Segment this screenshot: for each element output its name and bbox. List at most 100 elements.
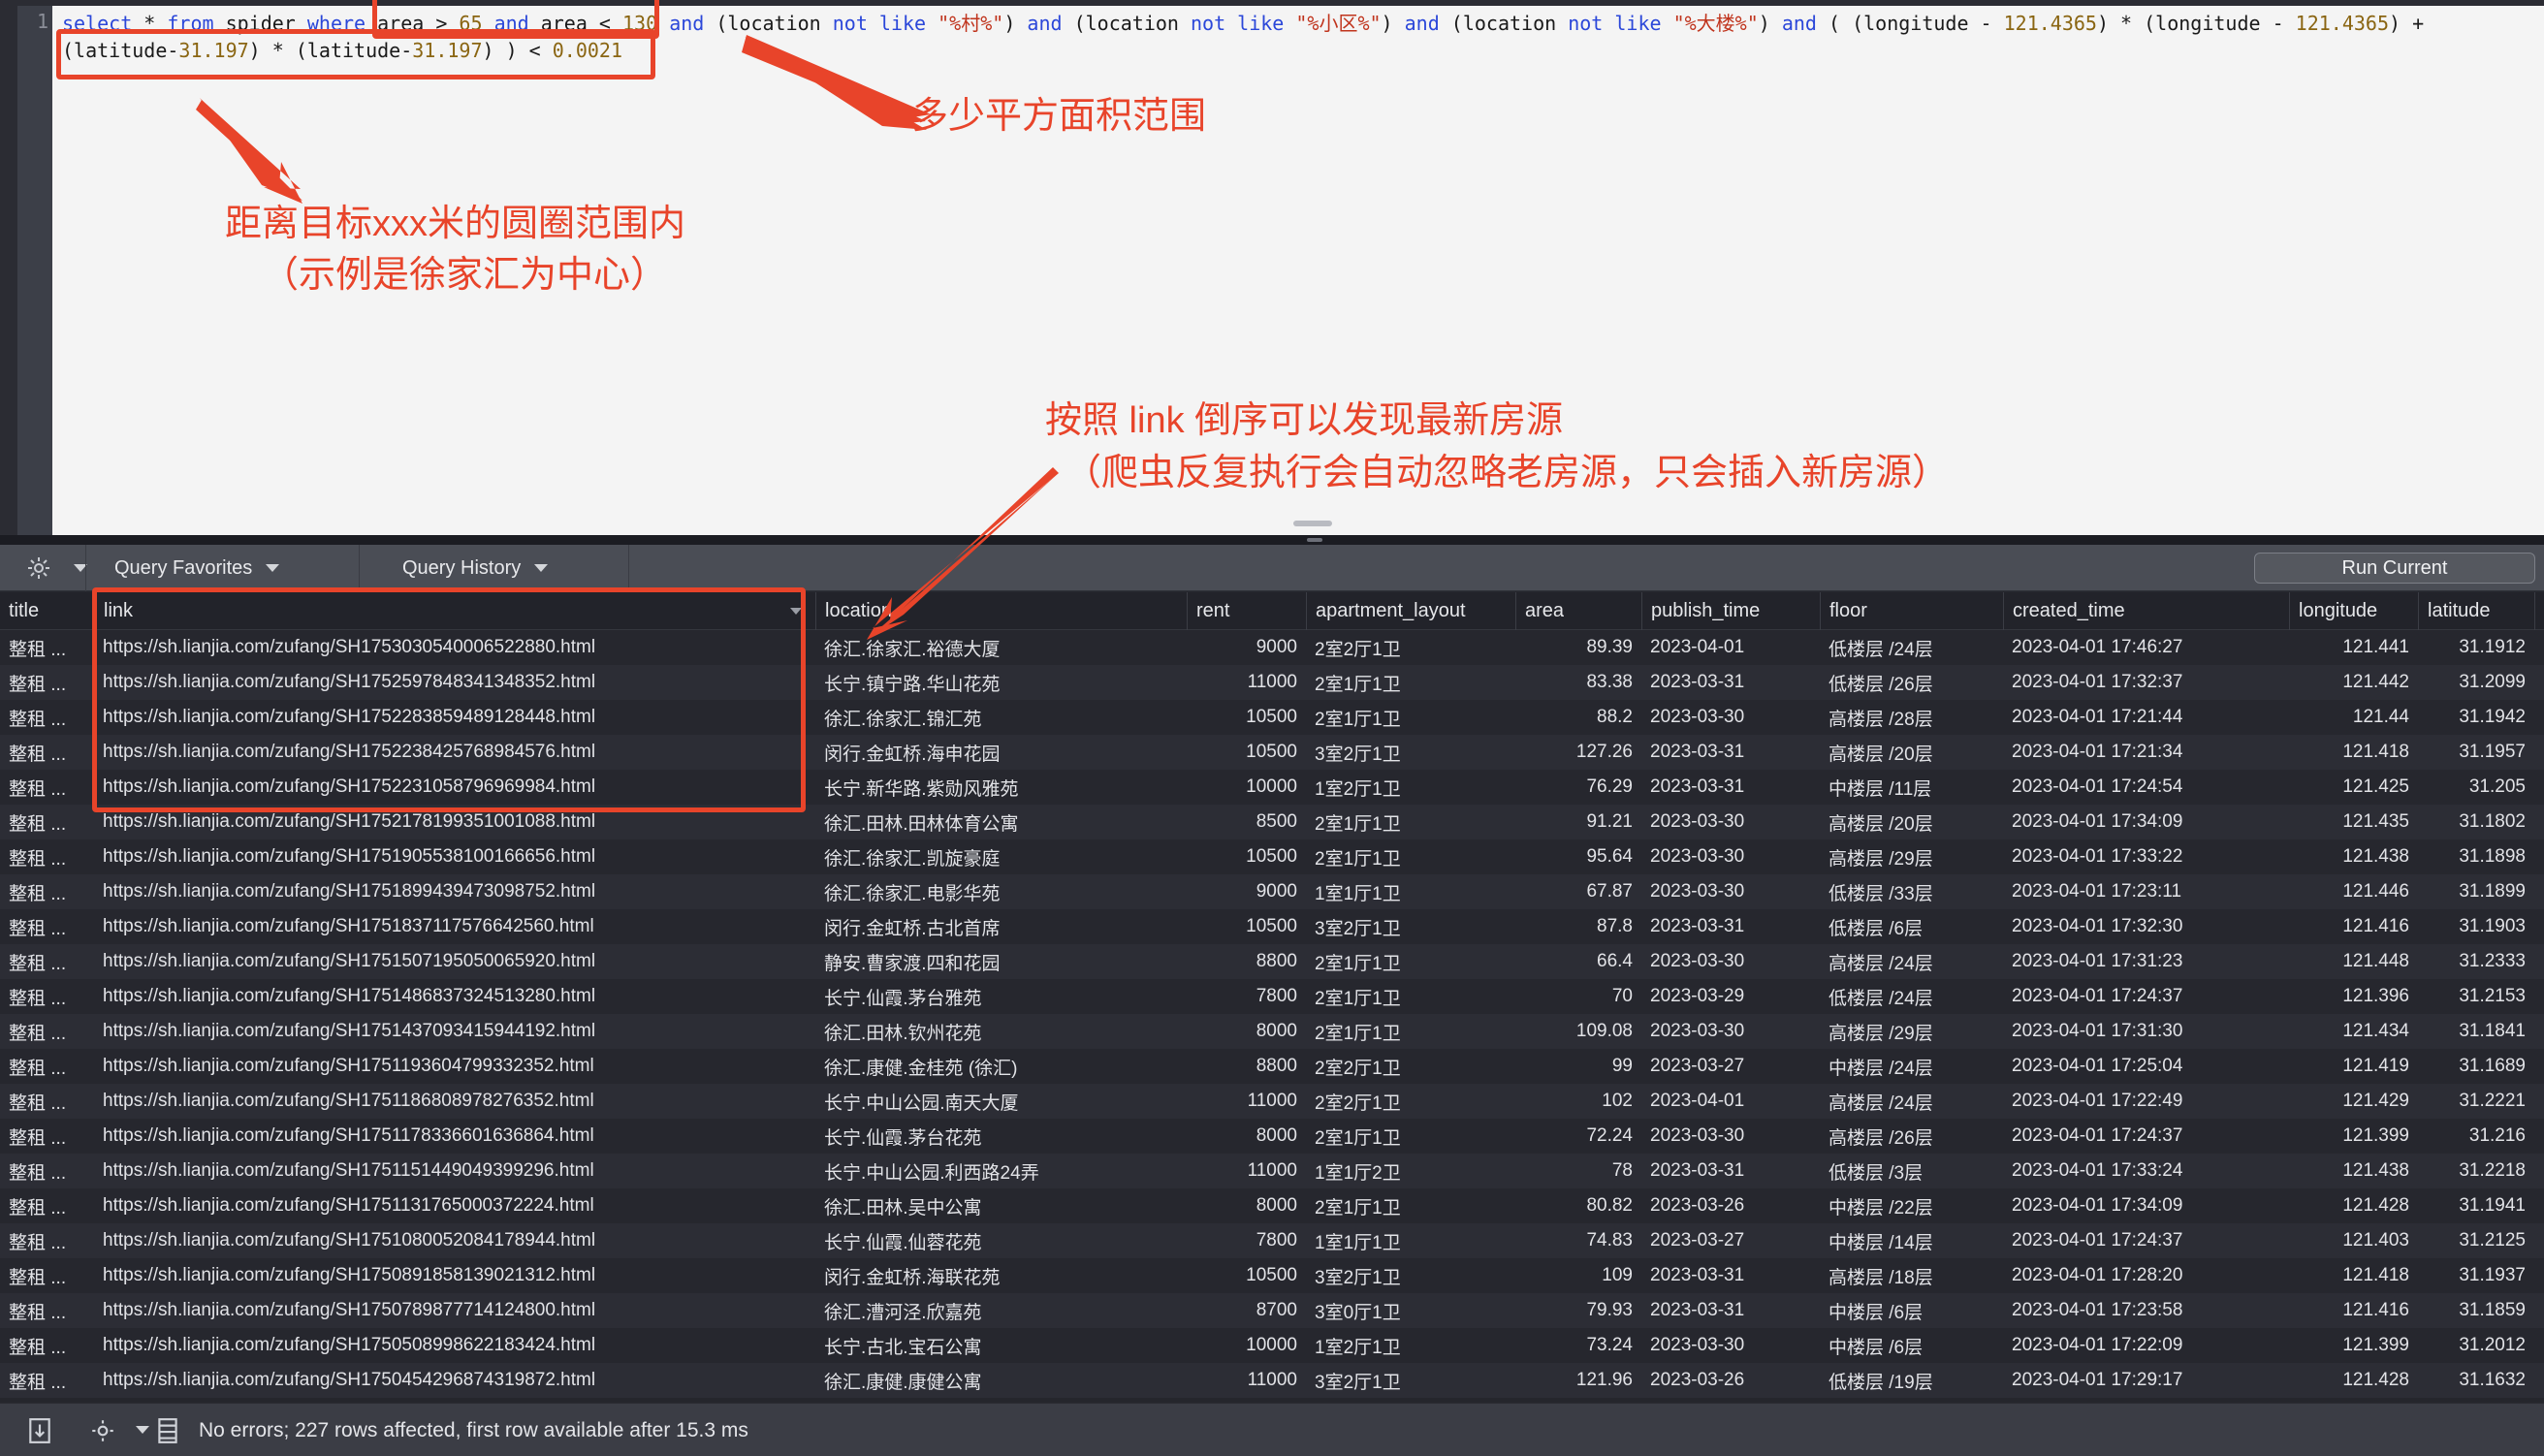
cell-area[interactable]: 67.87 [1515,874,1641,909]
column-header-latitude[interactable]: latitude [2418,592,2534,630]
gear-icon[interactable] [27,556,50,580]
table-row[interactable]: 整租 ...https://sh.lianjia.com/zufang/SH17… [0,665,2544,700]
cell-area[interactable]: 72.24 [1515,1119,1641,1154]
table-row[interactable]: 整租 ...https://sh.lianjia.com/zufang/SH17… [0,979,2544,1014]
cell-link[interactable]: https://sh.lianjia.com/zufang/SH17522310… [94,770,815,805]
cell-apartment_layout[interactable]: 1室2厅1卫 [1306,770,1515,805]
cell-latitude[interactable]: 31.1957 [2418,735,2534,770]
cell-apartment_layout[interactable]: 3室2厅1卫 [1306,909,1515,944]
cell-longitude[interactable]: 121.419 [2289,1049,2418,1084]
cell-area[interactable]: 127.26 [1515,735,1641,770]
cell-floor[interactable]: 高楼层 /20层 [1820,805,2003,839]
cell-floor[interactable]: 低楼层 /3层 [1820,1154,2003,1188]
cell-created_time[interactable]: 2023-04-01 17:32:37 [2003,665,2289,700]
cell-location[interactable]: 徐汇.徐家汇.凯旋豪庭 [815,839,1187,874]
cell-link[interactable]: https://sh.lianjia.com/zufang/SH17511936… [94,1049,815,1084]
cell-location[interactable]: 静安.曹家渡.四和花园 [815,944,1187,979]
table-row[interactable]: 整租 ...https://sh.lianjia.com/zufang/SH17… [0,909,2544,944]
cell-publish_time[interactable]: 2023-03-27 [1641,1049,1820,1084]
cell-longitude[interactable]: 121.416 [2289,1293,2418,1328]
cell-publish_time[interactable]: 2023-04-01 [1641,630,1820,665]
cell-rent[interactable]: 8800 [1187,944,1306,979]
column-header-publish_time[interactable]: publish_time [1641,592,1820,630]
cell-longitude[interactable]: 121.448 [2289,944,2418,979]
cell-rent[interactable]: 10000 [1187,1328,1306,1363]
cell-title[interactable]: 整租 ... [0,1084,94,1119]
cell-longitude[interactable]: 121.416 [2289,909,2418,944]
cell-rent[interactable]: 9000 [1187,630,1306,665]
cell-latitude[interactable]: 31.1898 [2418,839,2534,874]
cell-link[interactable]: https://sh.lianjia.com/zufang/SH17522384… [94,735,815,770]
table-row[interactable]: 整租 ...https://sh.lianjia.com/zufang/SH17… [0,839,2544,874]
cell-area[interactable]: 95.64 [1515,839,1641,874]
cell-area[interactable]: 91.21 [1515,805,1641,839]
cell-latitude[interactable]: 31.1859 [2418,1293,2534,1328]
cell-latitude[interactable]: 31.1937 [2418,1258,2534,1293]
grid-body[interactable]: 整租 ...https://sh.lianjia.com/zufang/SH17… [0,630,2544,1403]
cell-floor[interactable]: 中楼层 /11层 [1820,770,2003,805]
cell-apartment_layout[interactable]: 1室1厅1卫 [1306,874,1515,909]
cell-apartment_layout[interactable]: 1室1厅2卫 [1306,1154,1515,1188]
cell-apartment_layout[interactable]: 2室1厅1卫 [1306,839,1515,874]
cell-area[interactable]: 109 [1515,1258,1641,1293]
cell-publish_time[interactable]: 2023-03-30 [1641,700,1820,735]
sql-code-area[interactable]: select * from spider where area > 65 and… [52,6,2544,535]
cell-area[interactable]: 88.2 [1515,700,1641,735]
cell-longitude[interactable]: 121.418 [2289,735,2418,770]
cell-area[interactable]: 109.08 [1515,1014,1641,1049]
cell-created_time[interactable]: 2023-04-01 17:22:49 [2003,1084,2289,1119]
cell-rent[interactable]: 11000 [1187,1363,1306,1398]
cell-publish_time[interactable]: 2023-03-30 [1641,1328,1820,1363]
cell-location[interactable]: 徐汇.康健.康健公寓 [815,1363,1187,1398]
cell-latitude[interactable]: 31.2125 [2418,1223,2534,1258]
cell-apartment_layout[interactable]: 1室1厅1卫 [1306,1223,1515,1258]
cell-latitude[interactable]: 31.2012 [2418,1328,2534,1363]
cell-created_time[interactable]: 2023-04-01 17:29:17 [2003,1363,2289,1398]
cell-link[interactable]: https://sh.lianjia.com/zufang/SH17511783… [94,1119,815,1154]
cell-title[interactable]: 整租 ... [0,1188,94,1223]
cell-publish_time[interactable]: 2023-03-26 [1641,1188,1820,1223]
cell-title[interactable]: 整租 ... [0,1049,94,1084]
cell-floor[interactable]: 高楼层 /26层 [1820,1119,2003,1154]
cell-area[interactable]: 80.82 [1515,1188,1641,1223]
cell-created_time[interactable]: 2023-04-01 17:21:44 [2003,700,2289,735]
cell-floor[interactable]: 低楼层 /24层 [1820,630,2003,665]
cell-apartment_layout[interactable]: 2室1厅1卫 [1306,944,1515,979]
cell-location[interactable]: 长宁.仙霞.茅台雅苑 [815,979,1187,1014]
cell-area[interactable]: 83.38 [1515,665,1641,700]
cell-longitude[interactable]: 121.425 [2289,770,2418,805]
cell-apartment_layout[interactable]: 2室1厅1卫 [1306,805,1515,839]
table-row[interactable]: 整租 ...https://sh.lianjia.com/zufang/SH17… [0,1014,2544,1049]
cell-created_time[interactable]: 2023-04-01 17:34:09 [2003,1188,2289,1223]
cell-longitude[interactable]: 121.418 [2289,1258,2418,1293]
column-header-title[interactable]: title [0,592,94,630]
cell-apartment_layout[interactable]: 2室2厅1卫 [1306,1084,1515,1119]
cell-created_time[interactable]: 2023-04-01 17:24:37 [2003,1223,2289,1258]
cell-created_time[interactable]: 2023-04-01 17:23:11 [2003,874,2289,909]
cell-apartment_layout[interactable]: 1室2厅1卫 [1306,1328,1515,1363]
cell-area[interactable]: 66.4 [1515,944,1641,979]
cell-title[interactable]: 整租 ... [0,874,94,909]
cell-location[interactable]: 徐汇.徐家汇.裕德大厦 [815,630,1187,665]
cell-link[interactable]: https://sh.lianjia.com/zufang/SH17505089… [94,1328,815,1363]
cell-latitude[interactable]: 31.2099 [2418,665,2534,700]
cell-location[interactable]: 长宁.中山公园.南天大厦 [815,1084,1187,1119]
cell-floor[interactable]: 中楼层 /6层 [1820,1293,2003,1328]
cell-apartment_layout[interactable]: 2室2厅1卫 [1306,1049,1515,1084]
table-row[interactable]: 整租 ...https://sh.lianjia.com/zufang/SH17… [0,1293,2544,1328]
cell-rent[interactable]: 10500 [1187,839,1306,874]
cell-latitude[interactable]: 31.2218 [2418,1154,2534,1188]
column-header-longitude[interactable]: longitude [2289,592,2418,630]
cell-created_time[interactable]: 2023-04-01 17:23:58 [2003,1293,2289,1328]
cell-publish_time[interactable]: 2023-03-30 [1641,1014,1820,1049]
cell-link[interactable]: https://sh.lianjia.com/zufang/SH17510800… [94,1223,815,1258]
table-row[interactable]: 整租 ...https://sh.lianjia.com/zufang/SH17… [0,1188,2544,1223]
cell-rent[interactable]: 8800 [1187,1049,1306,1084]
cell-link[interactable]: https://sh.lianjia.com/zufang/SH17504542… [94,1363,815,1398]
cell-apartment_layout[interactable]: 3室0厅1卫 [1306,1293,1515,1328]
cell-location[interactable]: 徐汇.田林.吴中公寓 [815,1188,1187,1223]
cell-latitude[interactable]: 31.2221 [2418,1084,2534,1119]
cell-link[interactable]: https://sh.lianjia.com/zufang/SH17515071… [94,944,815,979]
cell-location[interactable]: 闵行.金虹桥.海联花苑 [815,1258,1187,1293]
cell-location[interactable]: 徐汇.康健.金桂苑 (徐汇) [815,1049,1187,1084]
